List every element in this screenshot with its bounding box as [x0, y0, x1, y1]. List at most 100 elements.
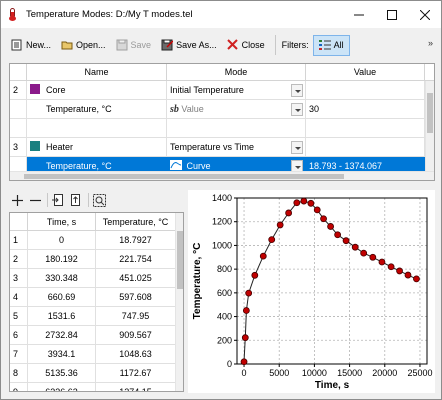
- toolbar: New... Open... Save Save As... Close Fil…: [1, 30, 441, 60]
- grid-header: Name Mode Value: [10, 64, 434, 81]
- scrollbar-thumb[interactable]: [24, 174, 344, 179]
- grid-cell-mode[interactable]: sb Value: [167, 100, 306, 119]
- thermometer-icon: [7, 8, 20, 21]
- save-label: Save: [130, 40, 152, 50]
- grid-header-name[interactable]: Name: [27, 64, 167, 81]
- grid-cell-value[interactable]: [306, 81, 425, 100]
- y-tick-label: 800: [217, 264, 232, 274]
- close-window-button[interactable]: [408, 1, 441, 28]
- temperature-cell[interactable]: 1172.67: [96, 364, 176, 383]
- remove-row-button[interactable]: [27, 192, 43, 208]
- header-time[interactable]: Time, s: [28, 213, 96, 231]
- grid-cell-value[interactable]: 30: [306, 100, 425, 119]
- time-cell[interactable]: 180.192: [28, 250, 96, 269]
- data-table-row[interactable]: 1 0 18.7927: [10, 231, 176, 250]
- temperature-cell[interactable]: 221.754: [96, 250, 176, 269]
- y-tick-label: 1400: [212, 193, 232, 203]
- temperature-cell[interactable]: 451.025: [96, 269, 176, 288]
- export-button[interactable]: [68, 192, 84, 208]
- grid-cell-mode[interactable]: [167, 119, 306, 138]
- grid-row-number: [10, 100, 27, 119]
- temperature-cell[interactable]: 909.567: [96, 326, 176, 345]
- minimize-button[interactable]: [342, 1, 375, 28]
- grid-row-heater[interactable]: 3 Heater Temperature vs Time: [10, 138, 426, 157]
- grid-vertical-scrollbar[interactable]: [425, 81, 434, 180]
- temperature-chart[interactable]: 0 5000 10000 15000 20000 25000 0 200 400 600 800 10…: [188, 190, 435, 393]
- grid-cell-value[interactable]: [306, 119, 425, 138]
- data-table-row[interactable]: 5 1531.6 747.95: [10, 307, 176, 326]
- data-table-row[interactable]: 6 2732.84 909.567: [10, 326, 176, 345]
- grid-cell-name[interactable]: Temperature, °C: [27, 100, 167, 119]
- time-cell[interactable]: 330.348: [28, 269, 96, 288]
- time-cell[interactable]: 660.69: [28, 288, 96, 307]
- mode-dropdown-button[interactable]: [291, 103, 303, 116]
- data-table-row[interactable]: 8 5135.36 1172.67: [10, 364, 176, 383]
- grid-header-mode[interactable]: Mode: [167, 64, 306, 81]
- open-label: Open...: [76, 40, 106, 50]
- grid-cell-name[interactable]: [27, 119, 167, 138]
- grid-header-value[interactable]: Value: [306, 64, 425, 81]
- grid-cell-mode[interactable]: Temperature vs Time: [167, 138, 306, 157]
- time-cell[interactable]: 2732.84: [28, 326, 96, 345]
- temperature-cell[interactable]: 747.95: [96, 307, 176, 326]
- temperature-cell[interactable]: 597.608: [96, 288, 176, 307]
- zoom-fit-button[interactable]: [91, 192, 107, 208]
- header-temperature[interactable]: Temperature, °C: [96, 213, 176, 231]
- data-table-scrollbar[interactable]: [175, 213, 183, 391]
- y-axis-label: Temperature, °C: [192, 243, 203, 320]
- row-number: 9: [10, 383, 28, 391]
- grid-cell-name[interactable]: Core: [27, 81, 167, 100]
- data-table-row[interactable]: 2 180.192 221.754: [10, 250, 176, 269]
- temperature-cell[interactable]: 18.7927: [96, 231, 176, 250]
- time-cell[interactable]: 6336.62: [28, 383, 96, 391]
- data-table-row[interactable]: 3 330.348 451.025: [10, 269, 176, 288]
- modes-grid: Name Mode Value 2 Core Initial Temperatu…: [9, 63, 435, 181]
- y-tick-label: 1000: [212, 240, 232, 250]
- mode-dropdown-button[interactable]: [291, 141, 303, 154]
- data-point: [259, 252, 267, 260]
- temperature-cell[interactable]: 1274.15: [96, 383, 176, 391]
- plus-icon: [11, 194, 23, 206]
- grid-cell-mode[interactable]: Initial Temperature: [167, 81, 306, 100]
- scrollbar-thumb[interactable]: [177, 231, 183, 289]
- time-cell[interactable]: 0: [28, 231, 96, 250]
- data-table-header: Time, s Temperature, °C: [10, 213, 176, 231]
- toolbar-separator: [274, 35, 276, 55]
- core-mode: Initial Temperature: [170, 85, 244, 95]
- data-table-row[interactable]: 7 3934.1 1048.63: [10, 345, 176, 364]
- data-table-row[interactable]: 4 660.69 597.608: [10, 288, 176, 307]
- close-button[interactable]: Close: [223, 34, 269, 56]
- data-point: [242, 307, 250, 314]
- data-point: [307, 199, 315, 207]
- grid-horizontal-scrollbar[interactable]: [10, 171, 434, 180]
- grid-cell-name[interactable]: Heater: [27, 138, 167, 157]
- grid-row-empty[interactable]: [10, 119, 426, 138]
- minus-icon: [29, 199, 41, 201]
- save-as-button[interactable]: Save As...: [157, 34, 221, 56]
- import-button[interactable]: [50, 192, 66, 208]
- time-cell[interactable]: 3934.1: [28, 345, 96, 364]
- time-cell[interactable]: 1531.6: [28, 307, 96, 326]
- row-number: 2: [10, 250, 28, 269]
- grid-row-core[interactable]: 2 Core Initial Temperature: [10, 81, 426, 100]
- temperature-cell[interactable]: 1048.63: [96, 345, 176, 364]
- data-point: [245, 289, 253, 297]
- new-button[interactable]: New...: [7, 34, 55, 56]
- add-row-button[interactable]: [9, 192, 25, 208]
- toolbar-overflow-button[interactable]: »: [428, 38, 433, 48]
- filters-label: Filters:: [281, 40, 309, 50]
- mode-dropdown-button[interactable]: [291, 84, 303, 97]
- save-button[interactable]: Save: [112, 34, 156, 56]
- open-button[interactable]: Open...: [57, 34, 110, 56]
- scrollbar-thumb[interactable]: [427, 93, 433, 133]
- time-cell[interactable]: 5135.36: [28, 364, 96, 383]
- maximize-button[interactable]: [375, 1, 408, 28]
- value-mode-icon: sb: [170, 104, 179, 115]
- save-as-label: Save As...: [176, 40, 217, 50]
- data-point: [351, 243, 359, 251]
- data-table-row[interactable]: 9 6336.62 1274.15: [10, 383, 176, 391]
- filter-all-button[interactable]: All: [312, 34, 350, 56]
- grid-row-core-temperature[interactable]: Temperature, °C sb Value 30: [10, 100, 426, 119]
- import-icon: [52, 193, 63, 206]
- grid-cell-value[interactable]: [306, 138, 425, 157]
